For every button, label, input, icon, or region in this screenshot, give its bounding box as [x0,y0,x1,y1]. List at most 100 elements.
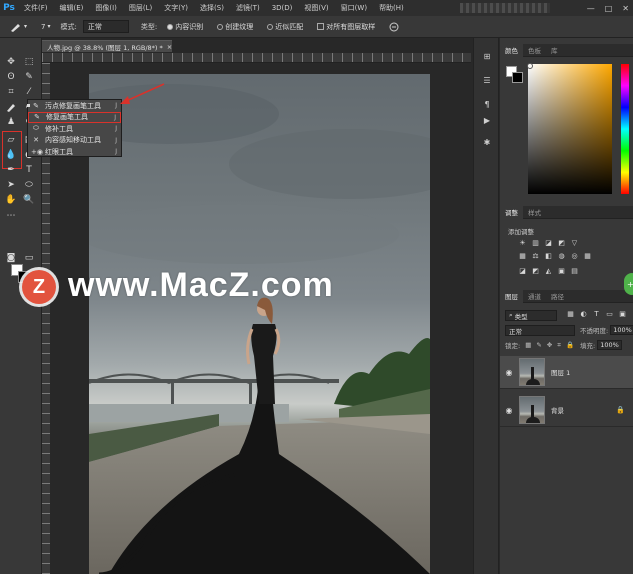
type-tool-icon[interactable]: T [22,164,36,176]
properties-icon[interactable]: ☰ [482,76,492,86]
color-picker-marker[interactable] [527,63,533,69]
lock-artboard-icon[interactable]: ⌗ [557,341,561,350]
filter-type-icon[interactable]: T [592,310,601,319]
actions-icon[interactable]: ▶ [482,116,492,126]
flyout-item-content-aware-move[interactable]: ✕ 内容感知移动工具 J [28,135,121,147]
menu-type[interactable]: 文字(Y) [158,3,194,13]
healing-brush-tool-icon[interactable] [4,101,18,113]
selective-color-icon[interactable]: ▣ [557,267,566,276]
move-tool-icon[interactable]: ✥ [4,56,18,68]
quick-select-tool-icon[interactable]: ✎ [22,71,36,83]
lock-move-icon[interactable]: ✥ [547,341,552,349]
tab-swatches[interactable]: 色板 [523,44,546,57]
tab-adjustments[interactable]: 调整 [500,205,523,219]
close-button[interactable]: ✕ [622,4,629,13]
color-panel-background[interactable] [512,72,523,83]
photo-filter-icon[interactable]: ◍ [557,252,566,261]
brush-size-picker[interactable]: 7 ▾ [37,20,54,33]
side-tab-green[interactable]: + [624,273,633,295]
levels-icon[interactable]: ▥ [531,239,540,248]
menu-layer[interactable]: 图层(L) [123,3,158,13]
layer-row-background[interactable]: ◉ 背景 🔒 [500,394,633,427]
flyout-item-red-eye[interactable]: +◉ 红眼工具 J [28,146,121,158]
filter-pixel-icon[interactable]: ▦ [566,310,575,319]
fill-input[interactable]: 100% [597,340,622,350]
flyout-item-healing-brush[interactable]: ✎ 修复画笔工具 J [28,111,121,123]
hue-saturation-icon[interactable]: ▦ [518,252,527,261]
hand-tool-icon[interactable]: ✋ [4,194,18,206]
tab-styles[interactable]: 样式 [523,206,546,219]
pen-tool-icon[interactable]: ✒ [4,164,18,176]
posterize-icon[interactable]: ◩ [531,267,540,276]
tab-libraries[interactable]: 库 [546,44,563,57]
minimize-button[interactable]: — [587,4,595,13]
more-tools-icon[interactable]: ⋯ [4,210,18,222]
mode-select[interactable]: 正常 [82,20,129,33]
zoom-tool-icon[interactable]: 🔍 [22,194,36,206]
flyout-item-spot-healing-brush[interactable]: ✎ 污点修复画笔工具 J [27,100,121,112]
menu-image[interactable]: 图像(I) [89,3,123,13]
lasso-tool-icon[interactable]: ʘ [4,71,18,83]
channel-mixer-icon[interactable]: ◎ [570,252,579,261]
filter-adjustment-icon[interactable]: ◐ [579,310,588,319]
document-tab[interactable]: 人物.jpg @ 38.8% (图层 1, RGB/8*) * × [42,40,172,52]
menu-edit[interactable]: 编辑(E) [54,3,90,13]
flyout-item-patch[interactable]: ⬭ 修补工具 J [28,123,121,135]
document-canvas-image[interactable] [89,74,430,574]
blur-tool-icon[interactable]: 💧 [4,149,18,161]
menu-select[interactable]: 选择(S) [194,3,230,13]
shape-tool-icon[interactable]: ⬭ [22,179,36,191]
lock-brush-icon[interactable]: ✎ [536,341,541,349]
pressure-size-button[interactable] [385,20,403,33]
color-lookup-icon[interactable]: ▦ [583,252,592,261]
exposure-icon[interactable]: ◩ [557,239,566,248]
opacity-input[interactable]: 100% [610,325,633,335]
visibility-eye-icon[interactable]: ◉ [502,406,516,415]
type-create-texture[interactable]: 创建纹理 [213,20,257,33]
lock-all-icon[interactable]: 🔒 [566,341,574,349]
layer-row-layer1[interactable]: ◉ 图层 1 [500,356,633,389]
paragraph-icon[interactable]: ¶ [482,100,492,110]
menu-view[interactable]: 视图(V) [298,3,334,13]
tab-layers[interactable]: 图层 [500,289,523,303]
marquee-tool-icon[interactable]: ⬚ [22,56,36,68]
vibrance-icon[interactable]: ▽ [570,239,579,248]
tab-channels[interactable]: 通道 [523,290,546,303]
menu-window[interactable]: 窗口(W) [335,3,373,13]
threshold-icon[interactable]: ◭ [544,267,553,276]
path-select-tool-icon[interactable]: ➤ [4,179,18,191]
history-icon[interactable]: ⊞ [482,52,492,62]
brush-settings-icon[interactable]: ✱ [482,138,492,148]
black-white-icon[interactable]: ◧ [544,252,553,261]
hue-slider[interactable] [621,64,629,194]
menu-3d[interactable]: 3D(D) [266,4,299,12]
invert-icon[interactable]: ◪ [518,267,527,276]
blend-mode-select[interactable]: 正常 [505,325,575,336]
tab-paths[interactable]: 路径 [546,290,569,303]
tab-close-icon[interactable]: × [167,43,172,51]
maximize-button[interactable]: □ [605,4,613,13]
menu-filter[interactable]: 滤镜(T) [230,3,266,13]
curves-icon[interactable]: ◪ [544,239,553,248]
brightness-icon[interactable]: ☀ [518,239,527,248]
screen-mode-icon[interactable]: ▭ [22,252,36,264]
layer-filter-select[interactable]: ⌕ 类型 [505,310,557,321]
gradient-map-icon[interactable]: ▤ [570,267,579,276]
visibility-eye-icon[interactable]: ◉ [502,368,516,377]
lock-transparent-icon[interactable]: ▦ [525,341,531,349]
tab-color[interactable]: 颜色 [500,43,523,57]
crop-tool-icon[interactable]: ⌗ [4,86,18,98]
menu-help[interactable]: 帮助(H) [373,3,410,13]
filter-smart-icon[interactable]: ▣ [618,310,627,319]
filter-shape-icon[interactable]: ▭ [605,310,614,319]
eraser-tool-icon[interactable]: ▱ [4,134,18,146]
quick-mask-icon[interactable]: ◙ [4,252,18,264]
type-content-aware[interactable]: 内容识别 [163,20,207,33]
tool-preset-picker[interactable]: ▾ [6,20,31,33]
clone-stamp-tool-icon[interactable]: ♟ [4,116,18,128]
color-balance-icon[interactable]: ⚖ [531,252,540,261]
type-proximity-match[interactable]: 近似匹配 [263,20,307,33]
eyedropper-tool-icon[interactable]: ⁄ [22,86,36,98]
sample-all-layers-checkbox[interactable]: 对所有图层取样 [313,20,379,33]
menu-file[interactable]: 文件(F) [18,3,54,13]
